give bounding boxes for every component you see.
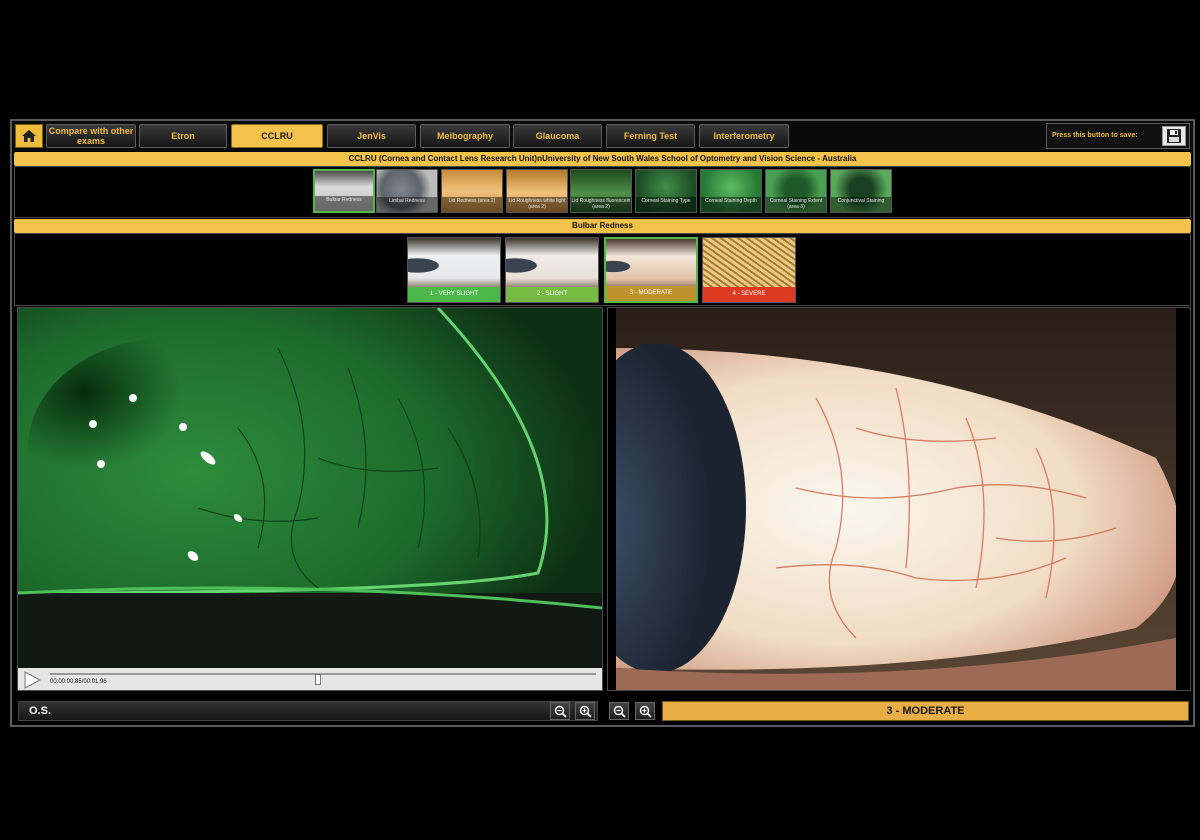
- category-lid-roughness-fluorescein[interactable]: Lid Roughness fluorescein (area 2): [570, 169, 632, 213]
- zoom-out-icon: [554, 705, 567, 718]
- tab-bar: Compare with other exams Etron CCLRU Jen…: [12, 121, 1193, 151]
- grade-label: 3 - MODERATE: [606, 286, 696, 301]
- reference-panel: [607, 307, 1191, 691]
- video-timecode: 00:00:00.85/00:01.96: [50, 679, 107, 685]
- eye-label: O.S.: [18, 701, 598, 721]
- bottom-bar: O.S. 3 - MODERATE: [12, 699, 1193, 723]
- category-corneal-staining-extent[interactable]: Corneal Staining Extent (area 3): [765, 169, 827, 213]
- category-lid-redness[interactable]: Lid Redness (area 2): [441, 169, 503, 213]
- grade-thumbnail: [606, 239, 696, 289]
- home-icon: [22, 130, 36, 142]
- app-window: Compare with other exams Etron CCLRU Jen…: [10, 119, 1195, 727]
- cclru-header: CCLRU (Cornea and Contact Lens Research …: [14, 152, 1191, 166]
- bulbar-redness-reference-image: [616, 308, 1176, 690]
- seek-bar[interactable]: [50, 673, 596, 685]
- category-label: Lid Roughness fluorescein (area 2): [571, 197, 631, 212]
- category-label: Corneal Staining Extent (area 3): [766, 197, 826, 212]
- zoom-in-right-button[interactable]: [635, 702, 655, 720]
- tab-jenvis[interactable]: JenVis: [327, 124, 416, 148]
- tab-cclru[interactable]: CCLRU: [231, 124, 323, 148]
- zoom-out-icon: [613, 705, 626, 718]
- grade-label: 1 - VERY SLIGHT: [408, 287, 500, 302]
- category-limbal-redness[interactable]: Limbal Redness: [376, 169, 438, 213]
- category-label: Corneal Staining Depth: [701, 197, 761, 212]
- grade-thumbnail: [703, 238, 795, 288]
- tab-interferometry[interactable]: Interferometry: [699, 124, 789, 148]
- category-label: Corneal Staining Type: [636, 197, 696, 212]
- home-button[interactable]: [15, 124, 43, 148]
- zoom-in-left-button[interactable]: [575, 702, 595, 720]
- category-label: Bulbar Redness: [315, 196, 373, 211]
- category-label: Conjunctival Staining: [831, 197, 891, 212]
- grade-3-moderate[interactable]: 3 - MODERATE: [604, 237, 698, 303]
- grade-label: 4 - SEVERE: [703, 287, 795, 302]
- floppy-disk-icon: [1167, 129, 1181, 143]
- video-controls: 00:00:00.85/00:01.96: [18, 668, 602, 690]
- grade-2-slight[interactable]: 2 - SLIGHT: [505, 237, 599, 303]
- tab-compare[interactable]: Compare with other exams: [46, 124, 136, 148]
- category-bulbar-redness[interactable]: Bulbar Redness: [313, 169, 375, 213]
- save-area: Press this button to save:: [1046, 123, 1190, 149]
- grade-label: 2 - SLIGHT: [506, 287, 598, 302]
- tab-ferning-test[interactable]: Ferning Test: [606, 124, 695, 148]
- fluorescein-eye-video[interactable]: [18, 308, 602, 670]
- grade-result: 3 - MODERATE: [662, 701, 1189, 721]
- category-label: Lid Roughness white light (area 2): [507, 197, 567, 212]
- category-label: Lid Redness (area 2): [442, 197, 502, 212]
- play-icon[interactable]: [22, 670, 42, 690]
- category-corneal-staining-type[interactable]: Corneal Staining Type: [635, 169, 697, 213]
- save-label: Press this button to save:: [1052, 132, 1138, 139]
- zoom-in-icon: [579, 705, 592, 718]
- zoom-out-left-button[interactable]: [550, 702, 570, 720]
- section-header: Bulbar Redness: [14, 219, 1191, 233]
- seek-handle[interactable]: [314, 674, 321, 685]
- tab-glaucoma[interactable]: Glaucoma: [513, 124, 602, 148]
- zoom-in-icon: [639, 705, 652, 718]
- grade-4-severe[interactable]: 4 - SEVERE: [702, 237, 796, 303]
- grade-thumbnail: [408, 238, 500, 288]
- category-corneal-staining-depth[interactable]: Corneal Staining Depth: [700, 169, 762, 213]
- save-button[interactable]: [1162, 126, 1186, 146]
- tab-etron[interactable]: Etron: [139, 124, 227, 148]
- category-conjunctival-staining[interactable]: Conjunctival Staining: [830, 169, 892, 213]
- zoom-out-right-button[interactable]: [609, 702, 629, 720]
- category-label: Limbal Redness: [377, 197, 437, 212]
- grade-thumbnail: [506, 238, 598, 288]
- category-lid-roughness-white[interactable]: Lid Roughness white light (area 2): [506, 169, 568, 213]
- video-panel: 00:00:00.85/00:01.96: [17, 307, 603, 691]
- grade-strip: [14, 233, 1191, 306]
- tab-meibography[interactable]: Meibography: [420, 124, 510, 148]
- grade-1-very-slight[interactable]: 1 - VERY SLIGHT: [407, 237, 501, 303]
